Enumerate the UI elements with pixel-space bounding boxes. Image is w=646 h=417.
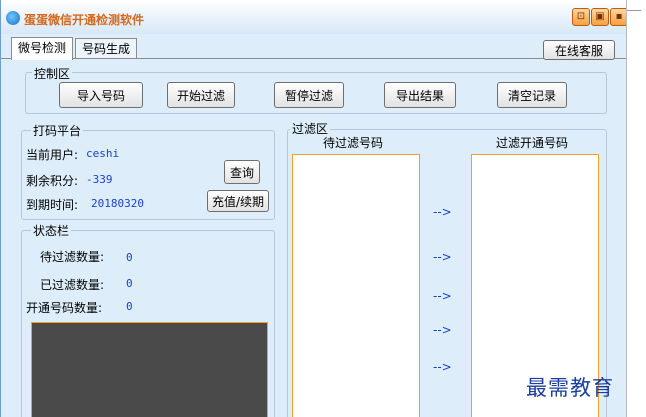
pending-count-label: 待过滤数量: bbox=[40, 250, 105, 264]
arrow-indicator: --> bbox=[433, 250, 452, 264]
minimize-icon[interactable]: ▣ bbox=[591, 8, 609, 26]
import-numbers-button[interactable]: 导入号码 bbox=[59, 82, 143, 108]
app-logo-icon bbox=[6, 11, 20, 25]
app-window: 蛋蛋微信开通检测软件 ⊡ ▣ ▪ 微号检测 号码生成 在线客服 控制区 导入号码… bbox=[0, 0, 626, 417]
pending-count-value: 0 bbox=[126, 251, 133, 264]
opened-numbers-header: 过滤开通号码 bbox=[496, 136, 569, 150]
remaining-points-value: -339 bbox=[86, 173, 113, 186]
filtered-count-value: 0 bbox=[126, 277, 133, 290]
query-button[interactable]: 查询 bbox=[224, 160, 260, 184]
pause-filter-button[interactable]: 暂停过滤 bbox=[274, 82, 344, 108]
clear-records-button[interactable]: 清空记录 bbox=[497, 82, 567, 108]
tab-number-generate[interactable]: 号码生成 bbox=[75, 38, 138, 59]
opened-count-label: 开通号码数量: bbox=[26, 301, 103, 315]
title-bar: 蛋蛋微信开通检测软件 ⊡ ▣ ▪ bbox=[1, 0, 626, 34]
filtered-count-label: 已过滤数量: bbox=[40, 278, 105, 292]
pending-numbers-header: 待过滤号码 bbox=[323, 136, 384, 150]
window-edge bbox=[626, 0, 627, 417]
expiry-date-value: 20180320 bbox=[91, 197, 144, 210]
tab-divider bbox=[1, 58, 626, 59]
current-user-value: ceshi bbox=[86, 147, 120, 160]
current-user-label: 当前用户: bbox=[26, 148, 79, 162]
coding-platform-label: 打码平台 bbox=[31, 122, 84, 139]
arrow-indicator: --> bbox=[433, 323, 452, 337]
export-results-button[interactable]: 导出结果 bbox=[384, 82, 456, 108]
close-icon[interactable]: ▪ bbox=[610, 8, 626, 26]
arrow-indicator: --> bbox=[433, 360, 452, 374]
log-console[interactable] bbox=[31, 322, 268, 417]
online-service-button[interactable]: 在线客服 bbox=[543, 40, 615, 60]
opened-count-value: 0 bbox=[126, 300, 133, 313]
recharge-renew-button[interactable]: 充值/续期 bbox=[207, 190, 269, 212]
tab-wechat-check[interactable]: 微号检测 bbox=[11, 37, 74, 60]
status-bar-label: 状态栏 bbox=[31, 222, 72, 239]
expiry-date-label: 到期时间: bbox=[26, 198, 79, 212]
control-area-label: 控制区 bbox=[32, 65, 73, 82]
restore-icon[interactable]: ⊡ bbox=[572, 8, 590, 26]
start-filter-button[interactable]: 开始过滤 bbox=[167, 82, 235, 108]
remaining-points-label: 剩余积分: bbox=[26, 174, 79, 188]
pending-numbers-list[interactable] bbox=[292, 154, 420, 417]
arrow-indicator: --> bbox=[433, 289, 452, 303]
window-title: 蛋蛋微信开通检测软件 bbox=[24, 13, 145, 27]
arrow-indicator: --> bbox=[433, 205, 452, 219]
watermark: 最需教育 bbox=[526, 376, 614, 400]
edge-mark bbox=[627, 10, 641, 11]
